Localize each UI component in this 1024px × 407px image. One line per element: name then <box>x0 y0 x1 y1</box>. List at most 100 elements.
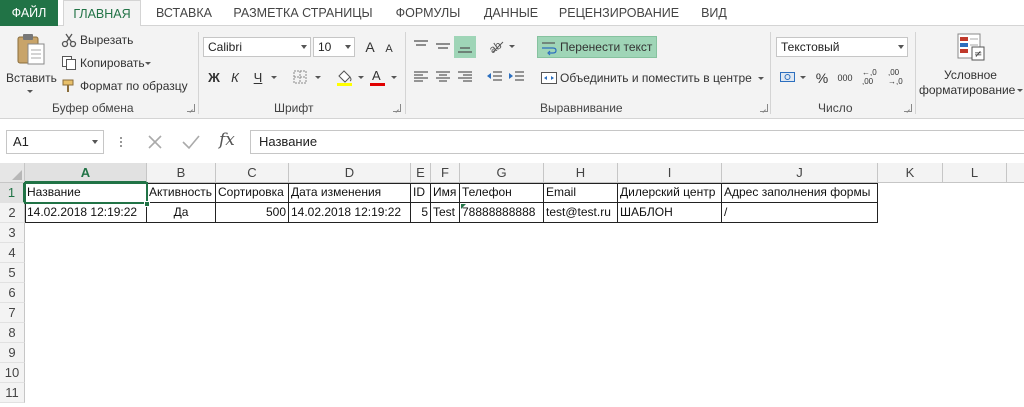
cell-i2[interactable]: ШАБЛОН <box>618 203 722 223</box>
align-right-icon[interactable] <box>456 69 474 85</box>
fill-color-icon[interactable] <box>335 67 355 87</box>
name-box[interactable]: A1 <box>6 130 104 154</box>
column-header-j[interactable]: J <box>722 163 878 183</box>
increase-indent-icon[interactable] <box>508 69 526 85</box>
row-header-8[interactable]: 8 <box>0 323 25 343</box>
borders-icon[interactable] <box>292 69 310 85</box>
number-format-select[interactable]: Текстовый <box>776 37 908 57</box>
cell-h2[interactable]: test@test.ru <box>544 203 618 223</box>
align-left-icon[interactable] <box>412 69 430 85</box>
row-header-4[interactable]: 4 <box>0 243 25 263</box>
column-header-b[interactable]: B <box>147 163 216 183</box>
column-header-f[interactable]: F <box>431 163 460 183</box>
font-color-icon[interactable]: A <box>369 67 387 87</box>
merge-dropdown-icon[interactable] <box>758 77 764 80</box>
align-bottom-button[interactable] <box>454 36 476 58</box>
row-header-11[interactable]: 11 <box>0 383 25 403</box>
row-header-6[interactable]: 6 <box>0 283 25 303</box>
row-header-3[interactable]: 3 <box>0 223 25 243</box>
currency-icon[interactable] <box>779 69 799 85</box>
column-header-c[interactable]: C <box>216 163 289 183</box>
cell-e2[interactable]: 5 <box>411 203 431 223</box>
cell-j2[interactable]: / <box>722 203 878 223</box>
italic-button[interactable]: К <box>226 68 244 88</box>
conditional-formatting-button[interactable]: ≠ Условное форматирование <box>918 30 1024 100</box>
cell-a2[interactable]: 14.02.2018 12:19:22 <box>25 203 147 223</box>
orientation-icon[interactable]: ab <box>487 37 507 55</box>
cell-b2[interactable]: Да <box>147 203 216 223</box>
fill-color-dropdown-icon[interactable] <box>358 76 364 79</box>
column-header-d[interactable]: D <box>289 163 411 183</box>
cell-j1[interactable]: Адрес заполнения формы <box>722 183 878 203</box>
font-color-dropdown-icon[interactable] <box>391 76 397 79</box>
cell-g2[interactable]: 78888888888 <box>460 203 544 223</box>
number-launcher-icon[interactable] <box>904 104 912 112</box>
tab-data[interactable]: ДАННЫЕ <box>478 0 544 26</box>
shrink-font-button[interactable]: A <box>380 39 398 59</box>
row-header-9[interactable]: 9 <box>0 343 25 363</box>
select-all-button[interactable] <box>0 163 25 183</box>
format-painter-button[interactable]: Формат по образцу <box>60 77 190 95</box>
underline-dropdown-icon[interactable] <box>271 76 277 79</box>
row-header-7[interactable]: 7 <box>0 303 25 323</box>
cell-g1[interactable]: Телефон <box>460 183 544 203</box>
cell-f2[interactable]: Test <box>431 203 460 223</box>
column-header-g[interactable]: G <box>460 163 544 183</box>
insert-function-button[interactable]: fx <box>219 130 235 150</box>
clipboard-launcher-icon[interactable] <box>187 104 195 112</box>
paste-button[interactable]: Вставить <box>4 30 57 96</box>
column-header-l[interactable]: L <box>943 163 1007 183</box>
borders-dropdown-icon[interactable] <box>315 76 321 79</box>
more-dots-icon[interactable] <box>119 135 123 149</box>
copy-dropdown-icon[interactable] <box>145 62 151 65</box>
cell-d2[interactable]: 14.02.2018 12:19:22 <box>289 203 411 223</box>
copy-button[interactable]: Копировать <box>60 54 151 72</box>
row-header-5[interactable]: 5 <box>0 263 25 283</box>
cell-c2[interactable]: 500 <box>216 203 289 223</box>
cancel-icon[interactable] <box>146 133 164 151</box>
column-header-e[interactable]: E <box>411 163 431 183</box>
row-header-10[interactable]: 10 <box>0 363 25 383</box>
increase-decimal-button[interactable]: ←,0 ,00 <box>862 68 884 90</box>
fill-handle[interactable] <box>144 201 150 207</box>
underline-button[interactable]: Ч <box>249 68 267 88</box>
column-header-a[interactable]: A <box>25 163 147 183</box>
paste-dropdown-icon[interactable] <box>27 90 33 93</box>
cell-b1[interactable]: Активность <box>147 183 216 203</box>
formula-input[interactable]: Название <box>250 130 1024 154</box>
bold-button[interactable]: Ж <box>205 68 223 88</box>
enter-icon[interactable] <box>181 133 201 151</box>
orientation-dropdown-icon[interactable] <box>509 45 515 48</box>
wrap-text-button[interactable]: Перенести текст <box>537 36 657 58</box>
tab-page-layout[interactable]: РАЗМЕТКА СТРАНИЦЫ <box>228 0 378 26</box>
font-name-select[interactable]: Calibri <box>203 37 311 57</box>
alignment-launcher-icon[interactable] <box>760 104 768 112</box>
merge-center-button[interactable]: Объединить и поместить в центре <box>537 68 767 88</box>
tab-review[interactable]: РЕЦЕНЗИРОВАНИЕ <box>555 0 683 26</box>
tab-formulas[interactable]: ФОРМУЛЫ <box>388 0 468 26</box>
worksheet-grid[interactable]: A B C D E F G H I J K L 1 2 3 4 5 6 7 8 … <box>0 163 1024 407</box>
tab-file[interactable]: ФАЙЛ <box>0 0 58 26</box>
grow-font-button[interactable]: A <box>361 37 379 57</box>
cell-f1[interactable]: Имя <box>431 183 460 203</box>
row-header-1[interactable]: 1 <box>0 183 25 203</box>
tab-insert[interactable]: ВСТАВКА <box>148 0 220 26</box>
cell-e1[interactable]: ID <box>411 183 431 203</box>
thousands-button[interactable]: 000 <box>833 68 857 88</box>
cell-i1[interactable]: Дилерский центр <box>618 183 722 203</box>
align-top-icon[interactable] <box>412 38 430 54</box>
tab-home[interactable]: ГЛАВНАЯ <box>63 0 141 27</box>
align-middle-icon[interactable] <box>434 38 452 54</box>
decrease-decimal-button[interactable]: ,00 →,0 <box>888 68 910 90</box>
cut-button[interactable]: Вырезать <box>60 31 140 49</box>
cell-c1[interactable]: Сортировка <box>216 183 289 203</box>
percent-button[interactable]: % <box>813 68 831 88</box>
decrease-indent-icon[interactable] <box>486 69 504 85</box>
cell-a1[interactable]: Название <box>25 183 147 203</box>
cell-d1[interactable]: Дата изменения <box>289 183 411 203</box>
font-size-select[interactable]: 10 <box>313 37 355 57</box>
cell-h1[interactable]: Email <box>544 183 618 203</box>
tab-view[interactable]: ВИД <box>693 0 735 26</box>
column-header-i[interactable]: I <box>618 163 722 183</box>
column-header-h[interactable]: H <box>544 163 618 183</box>
